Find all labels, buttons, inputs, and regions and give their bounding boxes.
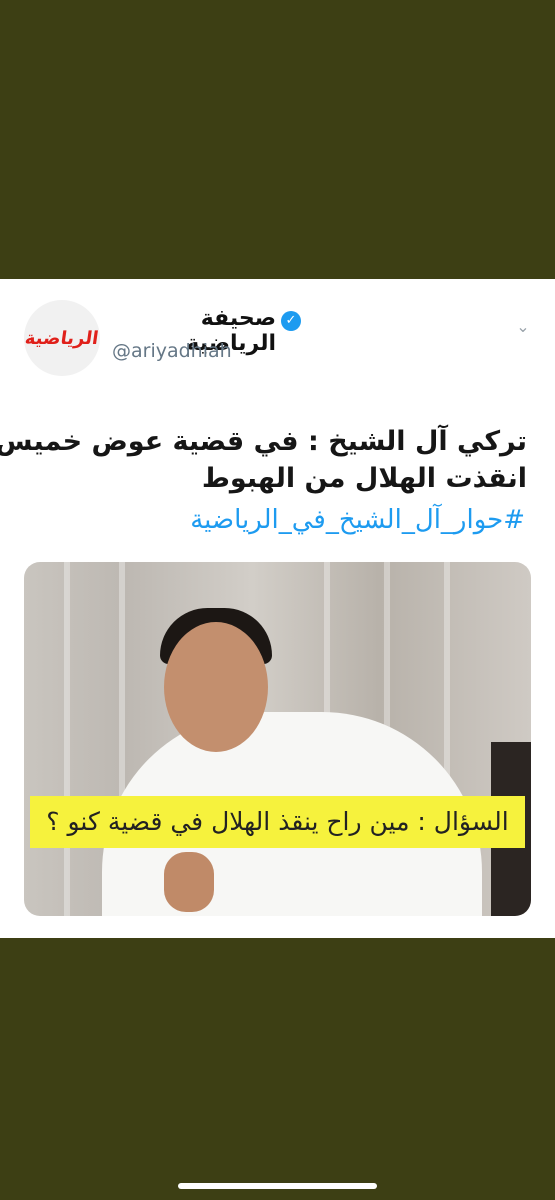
avatar-logo: الرياضية — [24, 327, 100, 349]
person-head — [164, 622, 268, 752]
curtain-fold — [64, 562, 70, 916]
tweet-text-line-2: انقذت الهلال من الهبوط — [201, 463, 527, 494]
handle[interactable]: @ariyadhiah — [112, 340, 272, 366]
display-name[interactable]: صحيفة الرياضية — [112, 306, 276, 356]
person-hand — [164, 852, 214, 912]
home-indicator[interactable] — [178, 1183, 377, 1189]
avatar[interactable]: الرياضية — [24, 300, 100, 376]
tweet-photo[interactable] — [24, 562, 531, 916]
hashtag-link[interactable]: #حوار_آل_الشيخ_في_الرياضية — [190, 505, 525, 535]
chevron-down-icon[interactable]: ⌄ — [512, 316, 534, 338]
tweet-text-line-1: تركي آل الشيخ : في قضية عوض خميس — [0, 426, 527, 457]
verified-badge-icon: ✓ — [281, 311, 301, 331]
photo-caption: السؤال : مين راح ينقذ الهلال في قضية كنو… — [30, 796, 525, 848]
